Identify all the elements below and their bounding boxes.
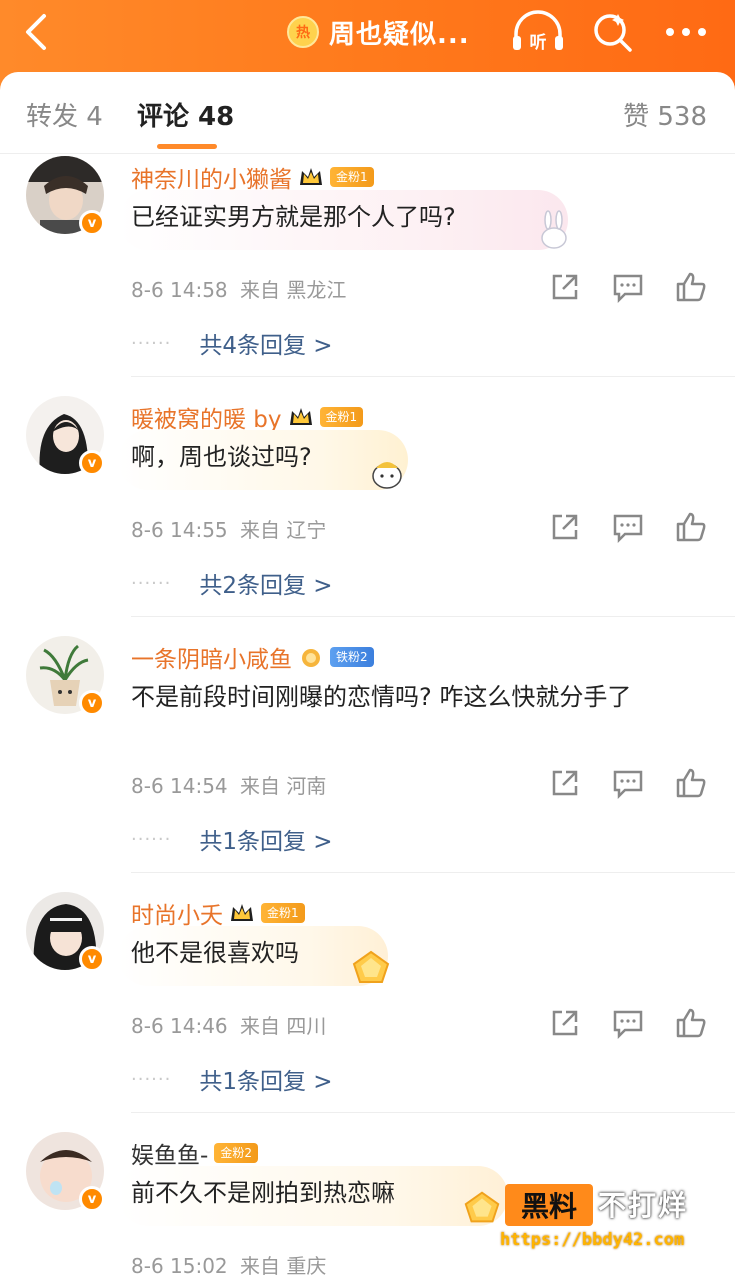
like-thumb-icon[interactable] <box>674 766 708 800</box>
verified-badge-icon: v <box>79 1186 105 1212</box>
name-row: 一条阴暗小咸鱼 铁粉2 <box>131 640 374 674</box>
watermark-box: 黑料 <box>505 1184 593 1226</box>
like-thumb-icon[interactable] <box>674 270 708 304</box>
tab-likes[interactable]: 赞 538 <box>623 96 707 133</box>
search-icon[interactable] <box>590 10 634 54</box>
comment-time: 8-6 14:58 <box>131 278 228 302</box>
header-title-group[interactable]: 热 周也疑似... <box>287 10 470 54</box>
like-thumb-icon[interactable] <box>674 1006 708 1040</box>
comment-meta: 8-6 14:55 来自 辽宁 <box>131 514 326 543</box>
reply-comment-icon[interactable] <box>611 270 645 304</box>
fan-badge: 金粉1 <box>330 167 374 187</box>
crown-icon <box>289 408 312 425</box>
like-thumb-icon[interactable] <box>674 510 708 544</box>
view-replies-link[interactable]: ······ 共1条回复 > <box>131 1062 333 1096</box>
fan-badge: 金粉2 <box>214 1143 258 1163</box>
username[interactable]: 一条阴暗小咸鱼 <box>131 640 292 674</box>
divider <box>131 616 735 617</box>
watermark-url: https://bbdy42.com <box>500 1230 685 1250</box>
replies-dots: ······ <box>131 1068 172 1090</box>
username[interactable]: 暖被窝的暖 by <box>131 400 282 434</box>
comment-location: 来自 黑龙江 <box>240 278 347 302</box>
fan-badge: 金粉1 <box>319 407 364 427</box>
share-icon[interactable] <box>548 1006 582 1040</box>
tab-comments[interactable]: 评论 48 <box>137 96 234 133</box>
replies-dots: ······ <box>131 828 172 850</box>
share-icon[interactable] <box>548 766 582 800</box>
hot-icon: 热 <box>287 16 319 48</box>
comment-text: 已经证实男方就是那个人了吗? <box>131 203 456 231</box>
watermark-text: 不打烊 <box>598 1189 689 1222</box>
watermark: 黑料 不打烊 https://bbdy42.com <box>500 1180 725 1260</box>
verified-badge-icon: v <box>79 946 105 972</box>
name-row: 暖被窝的暖 by 金粉1 <box>131 400 364 434</box>
comment-location: 来自 四川 <box>240 1014 327 1038</box>
comment-meta: 8-6 14:58 来自 黑龙江 <box>131 274 346 303</box>
name-row: 神奈川的小獭酱 金粉1 <box>131 160 374 194</box>
tab-repost[interactable]: 转发 4 <box>26 96 103 133</box>
name-row: 娱鱼鱼- 金粉2 <box>131 1136 258 1170</box>
username[interactable]: 神奈川的小獭酱 <box>131 160 292 194</box>
page-title: 周也疑似... <box>329 19 470 50</box>
replies-count: 共1条回复 > <box>199 829 333 855</box>
comment-location: 来自 河南 <box>240 774 327 798</box>
crown-icon <box>300 168 322 185</box>
comment-time: 8-6 15:02 <box>131 1254 228 1278</box>
comment-text: 啊，周也谈过吗? <box>131 443 312 471</box>
reply-comment-icon[interactable] <box>611 1006 645 1040</box>
crown-icon <box>231 904 253 921</box>
share-icon[interactable] <box>548 270 582 304</box>
view-replies-link[interactable]: ······ 共4条回复 > <box>131 326 333 360</box>
comment-location: 来自 重庆 <box>240 1254 327 1278</box>
verified-badge-icon: v <box>79 210 105 236</box>
verified-badge-icon: v <box>79 690 105 716</box>
comment-text: 他不是很喜欢吗 <box>131 939 299 967</box>
listen-headphones-icon[interactable]: 听 <box>510 8 566 56</box>
active-tab-indicator <box>157 144 217 149</box>
comment-meta: 8-6 15:02 来自 重庆 <box>131 1250 326 1279</box>
back-arrow-icon[interactable] <box>18 10 54 54</box>
replies-dots: ······ <box>131 572 172 594</box>
fan-badge: 铁粉2 <box>330 647 374 667</box>
comment-meta: 8-6 14:46 来自 四川 <box>131 1010 326 1039</box>
listen-label: 听 <box>530 32 547 53</box>
reply-comment-icon[interactable] <box>611 766 645 800</box>
comment-meta: 8-6 14:54 来自 河南 <box>131 770 326 799</box>
replies-count: 共1条回复 > <box>199 1069 333 1095</box>
username[interactable]: 时尚小夭 <box>131 896 223 930</box>
name-row: 时尚小夭 金粉1 <box>131 896 305 930</box>
share-icon[interactable] <box>548 510 582 544</box>
comment-time: 8-6 14:46 <box>131 1014 228 1038</box>
tab-bar: 转发 4 评论 48 赞 538 <box>0 72 735 154</box>
comment-text: 不是前段时间刚曝的恋情吗? 咋这么快就分手了 <box>131 683 632 711</box>
view-replies-link[interactable]: ······ 共1条回复 > <box>131 822 333 856</box>
replies-dots: ······ <box>131 332 172 354</box>
replies-count: 共2条回复 > <box>199 573 333 599</box>
reply-comment-icon[interactable] <box>611 510 645 544</box>
fan-badge: 金粉1 <box>261 903 305 923</box>
comment-time: 8-6 14:55 <box>131 518 228 542</box>
divider <box>131 376 735 377</box>
divider <box>131 872 735 873</box>
more-options-icon[interactable] <box>660 14 712 50</box>
comment-location: 来自 辽宁 <box>240 518 327 542</box>
username[interactable]: 娱鱼鱼- <box>131 1136 208 1170</box>
comment-time: 8-6 14:54 <box>131 774 228 798</box>
replies-count: 共4条回复 > <box>199 333 333 359</box>
verified-badge-icon: v <box>79 450 105 476</box>
medal-icon <box>302 649 320 667</box>
view-replies-link[interactable]: ······ 共2条回复 > <box>131 566 333 600</box>
divider <box>131 1112 735 1113</box>
